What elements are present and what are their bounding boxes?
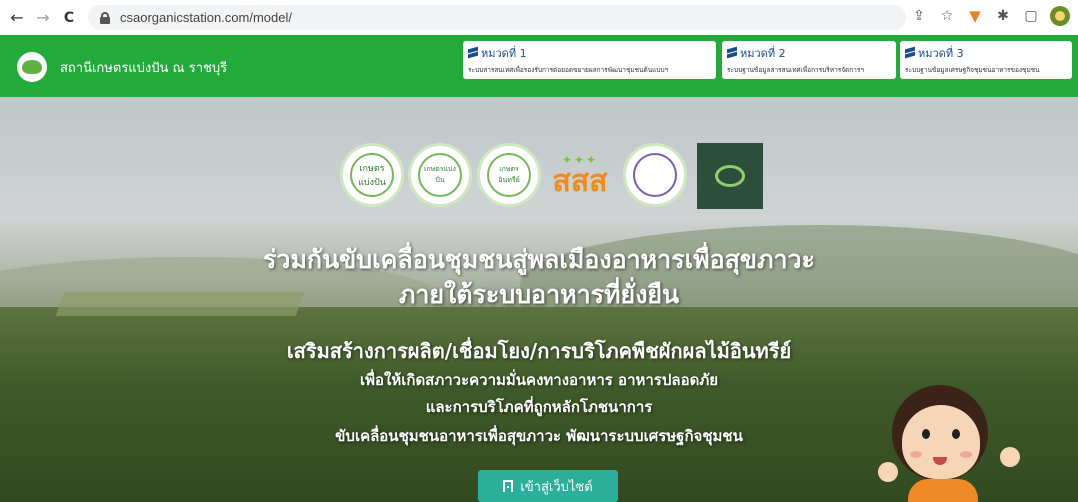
- layers-icon: [468, 48, 478, 58]
- category-title: หมวดที่ 3: [918, 47, 964, 60]
- logo-kaset-baengpan: เกษตร แบ่งปัน: [340, 143, 404, 207]
- enter-website-label: เข้าสู่เว็บไซต์: [520, 479, 593, 495]
- logo-organic: เกษตรอินทรีย์: [477, 143, 541, 207]
- layers-icon: [905, 48, 915, 58]
- site-header: สถานีเกษตรแบ่งปัน ณ ราชบุรี หมวดที่ 1 ระ…: [0, 35, 1078, 97]
- category-subtitle: ระบบสารสนเทศเพื่อรองรับการต่อยอดขยายผลกา…: [468, 66, 669, 74]
- logo-kaset-square: [697, 143, 763, 209]
- address-bar[interactable]: csaorganicstation.com/model/: [88, 5, 906, 30]
- browser-toolbar: ← → C csaorganicstation.com/model/ ⇪ ☆ ▼…: [0, 0, 1078, 35]
- category-card-1[interactable]: หมวดที่ 1 ระบบสารสนเทศเพื่อรองรับการต่อย…: [463, 41, 716, 79]
- category-card-3[interactable]: หมวดที่ 3 ระบบฐานข้อมูลเศรษฐกิจชุมชนอาหา…: [900, 41, 1072, 79]
- logo-seal: [623, 143, 687, 207]
- category-subtitle: ระบบฐานข้อมูลเศรษฐกิจชุมชนอาหารของชุมชน: [905, 66, 1040, 74]
- url-text[interactable]: csaorganicstation.com/model/: [120, 10, 292, 25]
- bookmark-star-icon[interactable]: ☆: [938, 7, 956, 25]
- partner-logos: เกษตร แบ่งปัน เกษตรแบ่งปัน เกษตรอินทรีย์…: [340, 143, 770, 213]
- forward-icon[interactable]: →: [32, 7, 54, 29]
- back-icon[interactable]: ←: [6, 7, 28, 29]
- share-icon[interactable]: ⇪: [910, 7, 928, 25]
- mascot-girl-illustration: [870, 367, 1030, 502]
- door-icon: [503, 480, 514, 492]
- category-subtitle: ระบบฐานข้อมูลสารสนเทศเพื่อการบริหารจัดกา…: [727, 66, 864, 74]
- logo-kaset-baengpan-2: เกษตรแบ่งปัน: [408, 143, 472, 207]
- metamask-fox-icon[interactable]: ▼: [966, 7, 984, 25]
- hero-headline-1: ร่วมกันขับเคลื่อนชุมชนสู่พลเมืองอาหารเพื…: [262, 245, 815, 274]
- profile-avatar[interactable]: [1050, 6, 1070, 26]
- hero-banner: เกษตร แบ่งปัน เกษตรแบ่งปัน เกษตรอินทรีย์…: [0, 97, 1078, 502]
- logo-thaihealth: ✦✦✦ สสส: [552, 153, 608, 199]
- hero-subheading-1: เสริมสร้างการผลิต/เชื่อมโยง/การบริโภคพืช…: [286, 339, 792, 363]
- category-title: หมวดที่ 2: [740, 47, 786, 60]
- enter-website-button[interactable]: เข้าสู่เว็บไซต์: [478, 470, 618, 502]
- sidebar-icon[interactable]: ▢: [1022, 7, 1040, 25]
- site-logo[interactable]: [17, 52, 47, 82]
- category-card-2[interactable]: หมวดที่ 2 ระบบฐานข้อมูลสารสนเทศเพื่อการบ…: [722, 41, 896, 79]
- reload-icon[interactable]: C: [58, 7, 80, 29]
- layers-icon: [727, 48, 737, 58]
- extensions-puzzle-icon[interactable]: ✱: [994, 7, 1012, 25]
- site-name[interactable]: สถานีเกษตรแบ่งปัน ณ ราชบุรี: [60, 57, 227, 78]
- category-title: หมวดที่ 1: [481, 47, 527, 60]
- leaf-icon: [715, 165, 745, 187]
- lock-icon[interactable]: [100, 11, 110, 24]
- hero-headline-2: ภายใต้ระบบอาหารที่ยั่งยืน: [398, 280, 680, 309]
